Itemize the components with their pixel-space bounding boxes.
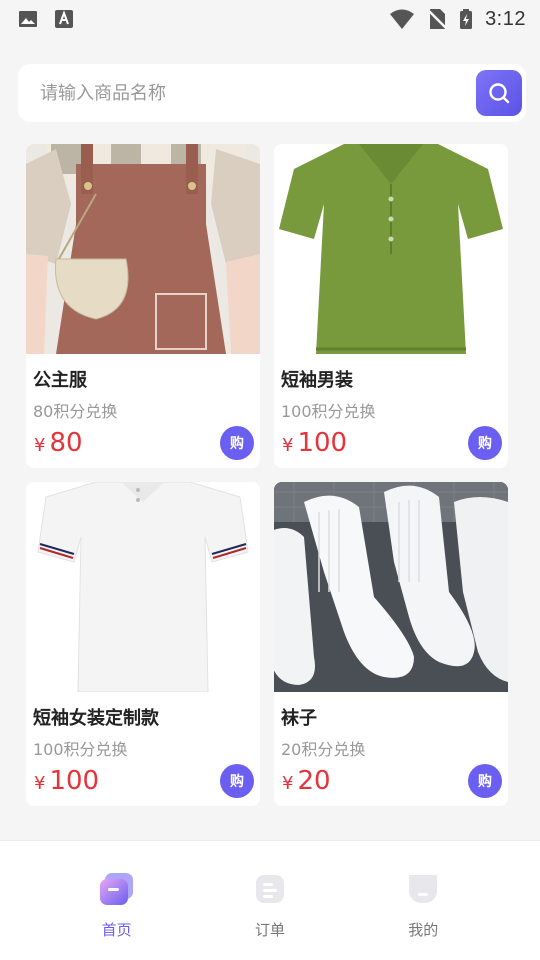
no-sim-icon [427, 9, 447, 29]
currency-symbol: ¥ [34, 435, 46, 456]
nav-item-orders[interactable]: 订单 [220, 869, 320, 960]
white-socks-photo [274, 482, 508, 692]
nav-label: 首页 [101, 921, 132, 939]
nav-item-home[interactable]: 首页 [67, 869, 167, 960]
product-title: 袜子 [281, 708, 317, 729]
product-points: 100积分兑换 [281, 402, 376, 421]
price-value: 100 [49, 766, 100, 796]
wifi-icon [390, 9, 415, 29]
currency-symbol: ¥ [282, 435, 294, 456]
currency-symbol: ¥ [282, 773, 294, 794]
home-icon [99, 873, 133, 905]
product-card[interactable]: 短袖男装 100积分兑换 ¥ 100 购 [274, 144, 508, 468]
buy-button[interactable]: 购 [468, 764, 502, 798]
nav-label: 我的 [408, 921, 439, 939]
nav-item-profile[interactable]: 我的 [373, 869, 473, 960]
orders-icon [255, 875, 284, 903]
status-bar-left [18, 9, 74, 29]
product-card[interactable]: 公主服 80积分兑换 ¥ 80 购 [26, 144, 260, 468]
buy-button[interactable]: 购 [220, 426, 254, 460]
product-points: 20积分兑换 [281, 740, 366, 759]
text-a-icon [55, 10, 73, 28]
product-points: 80积分兑换 [33, 402, 118, 421]
price-value: 80 [49, 428, 83, 458]
product-price: ¥ 100 [34, 766, 99, 796]
buy-button[interactable]: 购 [468, 426, 502, 460]
status-time: 3:12 [485, 7, 526, 30]
product-title: 短袖男装 [281, 370, 353, 391]
product-price: ¥ 20 [282, 766, 331, 796]
status-bar-right: 3:12 [389, 8, 526, 31]
search-input[interactable] [40, 82, 440, 104]
search-button[interactable] [476, 70, 522, 116]
product-price: ¥ 80 [34, 428, 83, 458]
image-icon [19, 11, 37, 27]
buy-button[interactable]: 购 [220, 764, 254, 798]
product-points: 100积分兑换 [33, 740, 128, 759]
white-polo-shirt-photo [26, 482, 260, 692]
bottom-nav: 首页 订单 我的 [0, 840, 540, 960]
product-card[interactable]: 短袖女装定制款 100积分兑换 ¥ 100 购 [26, 482, 260, 806]
product-title: 公主服 [33, 370, 87, 391]
product-title: 短袖女装定制款 [33, 708, 159, 729]
pinafore-dress-photo [26, 144, 260, 354]
price-value: 100 [297, 428, 348, 458]
product-price: ¥ 100 [282, 428, 347, 458]
currency-symbol: ¥ [34, 773, 46, 794]
search-icon [489, 83, 510, 104]
green-polo-shirt-photo [274, 144, 508, 354]
profile-icon [409, 875, 438, 903]
battery-charging-icon [460, 9, 473, 29]
nav-label: 订单 [254, 921, 285, 939]
product-grid: 公主服 80积分兑换 ¥ 80 购 短袖男装 100积分兑换 ¥ 100 购 短… [26, 144, 508, 806]
search-bar [18, 64, 526, 122]
status-bar: 3:12 [0, 0, 540, 38]
price-value: 20 [297, 766, 331, 796]
product-card[interactable]: 袜子 20积分兑换 ¥ 20 购 [274, 482, 508, 806]
